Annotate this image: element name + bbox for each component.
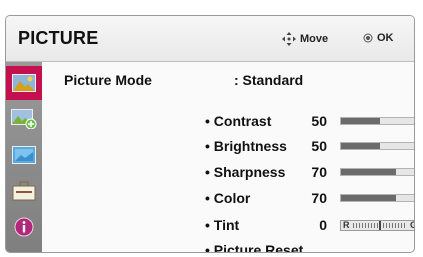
setting-value: 70: [311, 190, 327, 206]
ok-hint: OK: [363, 32, 394, 44]
setting-row-picture-reset[interactable]: • Picture Reset: [205, 239, 414, 253]
setting-value: 50: [311, 113, 327, 129]
title-bar: PICTURE Move OK: [6, 16, 414, 62]
setting-row-tint[interactable]: • Tint 0 R G: [205, 214, 414, 236]
picture-mode-label[interactable]: Picture Mode: [64, 72, 152, 88]
menu-sidebar: [6, 62, 42, 252]
ok-button-icon: [363, 33, 373, 43]
picture-icon: [12, 74, 36, 92]
setting-row-color[interactable]: • Color 70: [205, 187, 414, 209]
picture-reset-label: • Picture Reset: [205, 242, 304, 253]
contrast-slider[interactable]: [340, 117, 414, 125]
toolbox-icon: [12, 181, 36, 201]
sidebar-item-picture[interactable]: [6, 66, 42, 100]
screen-icon: [12, 146, 36, 164]
tint-green-marker: G: [410, 220, 414, 230]
picture-mode-value[interactable]: : Standard: [234, 72, 303, 88]
setting-row-contrast[interactable]: • Contrast 50: [205, 110, 414, 132]
menu-title: PICTURE: [18, 28, 99, 48]
tint-center-marker: [379, 221, 381, 230]
ok-hint-label: OK: [377, 32, 394, 44]
setting-label: • Color: [205, 190, 251, 206]
four-way-arrows-icon: [282, 32, 296, 46]
setting-row-brightness[interactable]: • Brightness 50: [205, 135, 414, 157]
color-slider[interactable]: [340, 194, 414, 202]
sharpness-slider[interactable]: [340, 168, 414, 176]
brightness-slider[interactable]: [340, 142, 414, 150]
picture-plus-icon: [11, 109, 37, 129]
sidebar-item-screen[interactable]: [6, 138, 42, 172]
setting-value: 70: [311, 164, 327, 180]
sidebar-item-info[interactable]: [6, 210, 42, 244]
picture-menu-panel: PICTURE Move OK Picture Mode: Standard …: [5, 15, 415, 253]
setting-row-sharpness[interactable]: • Sharpness 70: [205, 161, 414, 183]
move-hint-label: Move: [300, 33, 329, 45]
setting-label: • Tint: [205, 217, 240, 233]
setting-label: • Brightness: [205, 138, 287, 154]
setting-label: • Contrast: [205, 113, 272, 129]
info-icon: [14, 217, 34, 237]
menu-content: Picture Mode : Standard • Contrast 50 • …: [42, 62, 414, 252]
setting-value: 50: [311, 138, 327, 154]
setting-label: • Sharpness: [205, 164, 286, 180]
tint-slider[interactable]: R G: [340, 220, 414, 231]
sidebar-item-option[interactable]: [6, 174, 42, 208]
setting-value: 0: [319, 217, 327, 233]
tint-red-marker: R: [343, 220, 350, 230]
sidebar-item-picture-add[interactable]: [6, 102, 42, 136]
move-hint: Move: [282, 32, 328, 46]
